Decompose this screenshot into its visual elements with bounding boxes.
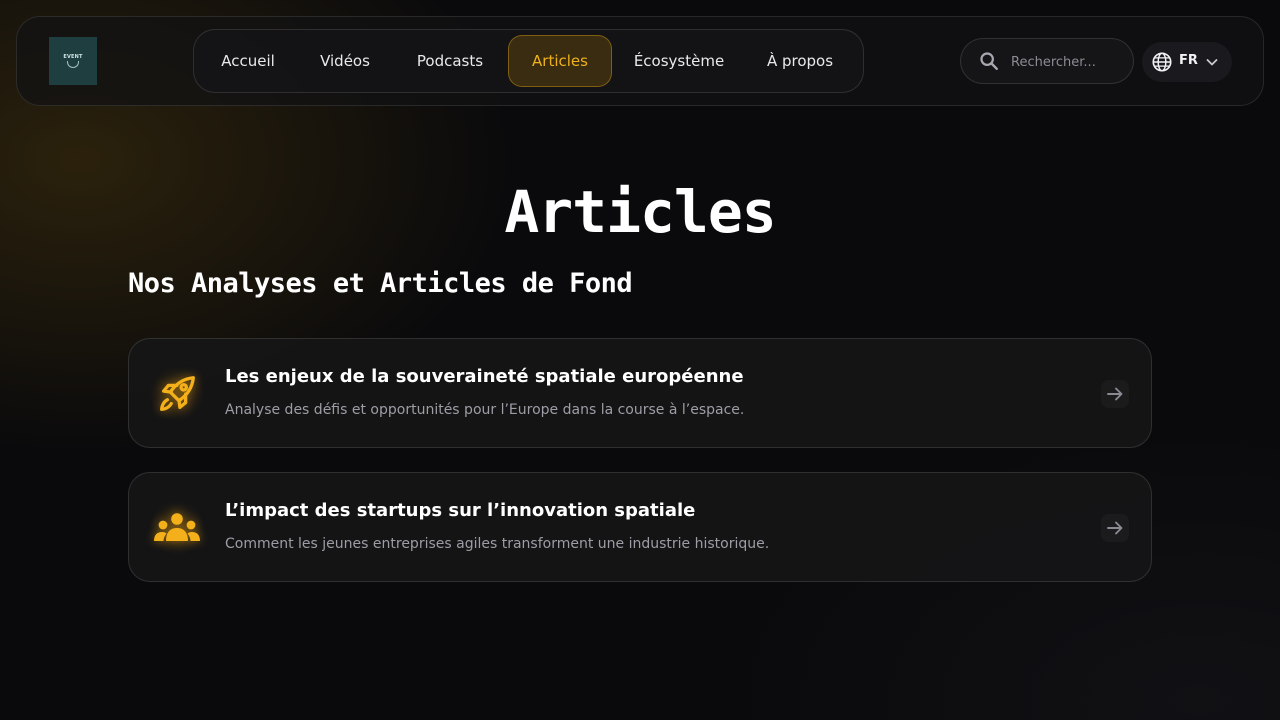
main-nav: Accueil Vidéos Podcasts Articles Écosyst… bbox=[193, 29, 864, 93]
article-title[interactable]: L’impact des startups sur l’innovation s… bbox=[225, 500, 695, 521]
article-icon-container bbox=[149, 500, 205, 556]
nav-item-videos[interactable]: Vidéos bbox=[298, 35, 392, 87]
nav-item-accueil[interactable]: Accueil bbox=[202, 35, 294, 87]
article-title[interactable]: Les enjeux de la souveraineté spatiale e… bbox=[225, 366, 744, 387]
page-title: Articles bbox=[504, 178, 776, 246]
arrow-right-icon[interactable] bbox=[1101, 380, 1129, 408]
nav-item-a-propos[interactable]: À propos bbox=[746, 35, 854, 87]
article-card[interactable]: Les enjeux de la souveraineté spatiale e… bbox=[128, 338, 1152, 448]
nav-item-podcasts[interactable]: Podcasts bbox=[394, 35, 506, 87]
rocket-icon bbox=[160, 376, 195, 411]
search-box[interactable] bbox=[960, 38, 1134, 84]
language-label: FR bbox=[1179, 53, 1198, 68]
article-description: Analyse des défis et opportunités pour l… bbox=[225, 402, 745, 418]
arrow-right-icon[interactable] bbox=[1101, 514, 1129, 542]
globe-icon bbox=[1152, 52, 1172, 72]
chevron-down-icon bbox=[1206, 59, 1218, 66]
search-input[interactable] bbox=[1011, 51, 1123, 73]
language-selector[interactable]: FR bbox=[1142, 42, 1232, 82]
article-description: Comment les jeunes entreprises agiles tr… bbox=[225, 536, 770, 552]
nav-item-ecosysteme[interactable]: Écosystème bbox=[614, 35, 744, 87]
nav-item-articles[interactable]: Articles bbox=[508, 35, 612, 87]
article-card[interactable]: L’impact des startups sur l’innovation s… bbox=[128, 472, 1152, 582]
section-title: Nos Analyses et Articles de Fond bbox=[128, 268, 633, 299]
site-header: EVENT Accueil Vidéos Podcasts Articles É… bbox=[16, 16, 1264, 106]
group-icon bbox=[154, 513, 200, 541]
logo-text: EVENT bbox=[63, 54, 83, 60]
logo-icon bbox=[67, 61, 79, 68]
article-icon-container bbox=[149, 366, 205, 422]
search-icon[interactable] bbox=[978, 50, 1000, 72]
site-logo[interactable]: EVENT bbox=[49, 37, 97, 85]
